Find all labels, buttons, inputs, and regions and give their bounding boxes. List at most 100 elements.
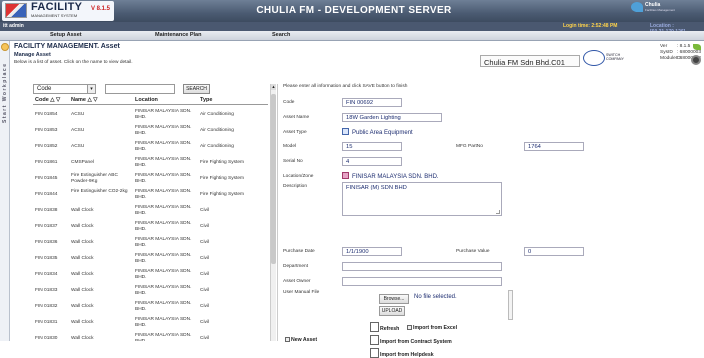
row-location: FINISAR MALAYSIA SDN. BHD. — [135, 125, 192, 136]
resize-grip-icon[interactable] — [496, 210, 500, 214]
switch-company-label[interactable]: SWITCH COMPANY — [606, 53, 624, 61]
file-list-scrollbar[interactable] — [508, 290, 513, 320]
row-name[interactable]: Wall Clock — [71, 304, 93, 310]
row-location: FINISAR MALAYSIA SDN. BHD. — [135, 301, 192, 312]
refresh-action[interactable]: Refresh — [370, 322, 399, 332]
row-name[interactable]: Wall Clock — [71, 256, 93, 262]
table-row[interactable]: FIN 01861 CMSPanel FINISAR MALAYSIA SDN. B… — [33, 156, 268, 172]
table-row[interactable]: FIN 01832 Wall Clock FINISAR MALAYSIA SDN.… — [33, 300, 268, 316]
login-time: Login time: 2:52:48 PM — [563, 23, 618, 29]
row-name[interactable]: Fire Extinguisher ABC Powder-9Kg — [71, 173, 131, 184]
row-location: FINISAR MALAYSIA SDN. BHD. — [135, 285, 192, 296]
browse-button[interactable]: Browse... — [379, 294, 409, 304]
row-name[interactable]: Wall Clock — [71, 288, 93, 294]
row-name[interactable]: Wall Clock — [71, 240, 93, 246]
import-helpdesk-action[interactable]: Import from Helpdesk — [370, 348, 434, 358]
workplace-sidebar[interactable]: Start Workplace — [0, 41, 10, 341]
asset-type-icon — [342, 128, 349, 135]
app-logo[interactable]: FACILITY MANAGEMENT SYSTEM V 8.1.5 — [2, 1, 114, 21]
table-row[interactable]: FIN 01844 Fire Extinguisher CO2-2kg FINISA… — [33, 188, 268, 204]
row-name[interactable]: Wall Clock — [71, 272, 93, 278]
table-row[interactable]: FIN 01830 Wall Clock FINISAR MALAYSIA SDN.… — [33, 332, 268, 341]
row-name[interactable]: Wall Clock — [71, 336, 93, 341]
location-link[interactable]: FINISAR MALAYSIA SDN. BHD. — [342, 172, 439, 180]
search-button[interactable]: SEARCH — [183, 84, 210, 94]
scroll-up-icon[interactable]: ▲ — [271, 84, 276, 90]
sysid-label: SysID — [660, 49, 673, 55]
row-type: Air Conditioning — [200, 112, 234, 117]
switch-company-icon[interactable] — [583, 50, 605, 66]
row-location: FINISAR MALAYSIA SDN. BHD. — [135, 333, 192, 341]
col-code[interactable]: Code △ ▽ — [35, 97, 60, 103]
workplace-label: Start Workplace — [2, 62, 8, 123]
mfg-field[interactable]: 1764 — [524, 142, 584, 151]
version-label: V 8.1.5 — [91, 6, 111, 12]
serial-field[interactable]: 4 — [342, 157, 402, 166]
logo-emblem — [5, 3, 27, 18]
asset-name-field[interactable]: 18W Garden Lighting — [342, 113, 442, 122]
table-row[interactable]: FIN 01834 Wall Clock FINISAR MALAYSIA SDN.… — [33, 268, 268, 284]
table-row[interactable]: FIN 01837 Wall Clock FINISAR MALAYSIA SDN.… — [33, 220, 268, 236]
description-field[interactable]: FINISAR (M) SDN BHD — [342, 182, 502, 216]
row-code: FIN 01845 — [35, 176, 58, 181]
list-scrollbar[interactable]: ▲ — [270, 84, 276, 341]
tab-maintenance-plan[interactable]: Maintenance Plan — [155, 32, 201, 38]
serial-label: Serial No — [283, 159, 303, 164]
panel-divider[interactable] — [277, 84, 278, 341]
table-row[interactable]: FIN 01831 Wall Clock FINISAR MALAYSIA SDN.… — [33, 316, 268, 332]
workplace-arrow-icon[interactable] — [1, 43, 9, 51]
table-row[interactable]: FIN 01852 ACSU FINISAR MALAYSIA SDN. BHD. A… — [33, 140, 268, 156]
mfg-label: MFG PartNo — [456, 144, 483, 149]
table-row[interactable]: FIN 01835 Wall Clock FINISAR MALAYSIA SDN.… — [33, 252, 268, 268]
table-row[interactable]: FIN 01845 Fire Extinguisher ABC Powder-9K… — [33, 172, 268, 188]
tab-search[interactable]: Search — [272, 32, 290, 38]
table-row[interactable]: FIN 01838 Wall Clock FINISAR MALAYSIA SDN.… — [33, 204, 268, 220]
upload-button[interactable]: UPLOAD — [379, 306, 405, 316]
row-name[interactable]: ACSU — [71, 128, 84, 134]
col-type: Type — [200, 97, 213, 103]
tab-setup-asset[interactable]: Setup Asset — [50, 32, 82, 38]
table-row[interactable]: FIN 01853 ACSU FINISAR MALAYSIA SDN. BHD. A… — [33, 124, 268, 140]
row-code: FIN 01853 — [35, 128, 58, 133]
row-name[interactable]: ACSU — [71, 144, 84, 150]
scroll-thumb[interactable] — [271, 94, 276, 264]
filter-select[interactable]: Code ▾ — [33, 84, 96, 94]
row-name[interactable]: Wall Clock — [71, 224, 93, 230]
asset-owner-field[interactable] — [342, 277, 502, 286]
department-field[interactable] — [342, 262, 502, 271]
user-bar: itt admin Login time: 2:52:48 PM Locatio… — [0, 22, 704, 35]
helpdesk-icon — [370, 348, 379, 358]
purchase-value-field[interactable]: 0 — [524, 247, 584, 256]
row-type: Civil — [200, 320, 210, 325]
row-name[interactable]: CMSPanel — [71, 160, 94, 166]
company-box: Chulia FM Sdn Bhd.C01 — [480, 55, 580, 67]
chevron-down-icon[interactable]: ▾ — [87, 85, 95, 93]
row-type: Civil — [200, 224, 210, 229]
row-name[interactable]: Wall Clock — [71, 208, 93, 214]
row-location: FINISAR MALAYSIA SDN. BHD. — [135, 237, 192, 248]
table-row[interactable]: FIN 01833 Wall Clock FINISAR MALAYSIA SDN.… — [33, 284, 268, 300]
row-name[interactable]: Fire Extinguisher CO2-2kg — [71, 189, 131, 195]
import-excel-action[interactable]: Import from Excel — [407, 325, 457, 331]
gear-icon[interactable] — [691, 55, 701, 65]
asset-type-link[interactable]: Public Area Equipment — [342, 128, 413, 136]
import-excel-label: Import from Excel — [413, 325, 458, 331]
table-row[interactable]: FIN 01836 Wall Clock FINISAR MALAYSIA SDN.… — [33, 236, 268, 252]
row-code: FIN 01834 — [35, 272, 58, 277]
row-location: FINISAR MALAYSIA SDN. BHD. — [135, 253, 192, 264]
new-asset-action[interactable]: New Asset — [285, 337, 317, 343]
model-field[interactable]: 15 — [342, 142, 402, 151]
row-type: Civil — [200, 256, 210, 261]
code-field[interactable]: FIN 00692 — [342, 98, 402, 107]
search-input[interactable] — [105, 84, 175, 94]
row-type: Civil — [200, 304, 210, 309]
col-name[interactable]: Name △ ▽ — [71, 97, 98, 103]
purchase-date-field[interactable]: 1/1/1900 — [342, 247, 402, 256]
purchase-date-label: Purchase Date — [283, 249, 315, 254]
table-header: Code △ ▽ Name △ ▽ Location Type — [33, 96, 268, 105]
row-name[interactable]: ACSU — [71, 112, 84, 118]
row-location: FINISAR MALAYSIA SDN. BHD. — [135, 157, 192, 168]
import-contract-action[interactable]: Import from Contract System — [370, 335, 452, 345]
table-row[interactable]: FIN 01854 ACSU FINISAR MALAYSIA SDN. BHD. A… — [33, 108, 268, 124]
row-name[interactable]: Wall Clock — [71, 320, 93, 326]
